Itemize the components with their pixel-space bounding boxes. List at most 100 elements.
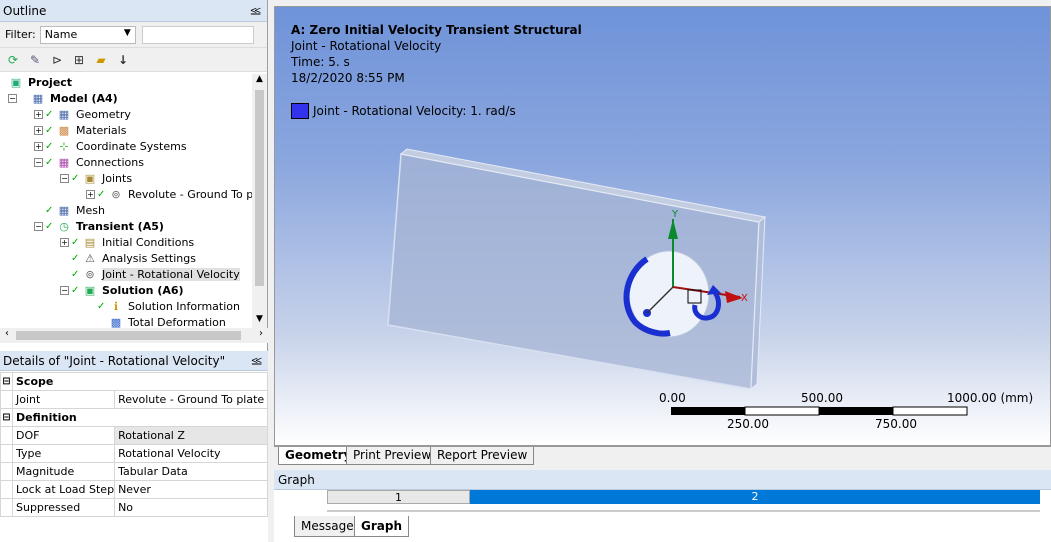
tree-item-project[interactable]: ▣ Project bbox=[0, 74, 252, 90]
tree-item-label: Total Deformation bbox=[128, 315, 226, 329]
tree-item-total-deformation[interactable]: ▩ Total Deformation bbox=[0, 314, 252, 329]
tree-item-label: Solution (A6) bbox=[102, 283, 184, 297]
filter-select[interactable]: Name ▼ bbox=[39, 25, 136, 44]
filter-input[interactable] bbox=[141, 25, 254, 44]
tree-item-solution[interactable]: − ✓ ▣ Solution (A6) bbox=[0, 282, 252, 298]
section-scope[interactable]: ⊟ Scope bbox=[0, 372, 268, 391]
collapse-icon[interactable]: − bbox=[60, 285, 69, 295]
refresh-icon[interactable]: ⟳ bbox=[4, 51, 22, 69]
expand-icon[interactable]: + bbox=[34, 109, 43, 119]
collapse-icon[interactable]: ⊟ bbox=[0, 408, 13, 427]
expand-icon[interactable]: + bbox=[86, 189, 95, 199]
folder-icon[interactable]: ▰ bbox=[92, 51, 110, 69]
tree-item-revolute[interactable]: + ✓ ⊚ Revolute - Ground To pl bbox=[0, 186, 252, 202]
tree-item-model[interactable]: − ▦ Model (A4) bbox=[0, 90, 252, 106]
section-definition[interactable]: ⊟ Definition bbox=[0, 408, 268, 427]
tree-item-label: Model (A4) bbox=[50, 91, 118, 105]
tree-item-label: Joint - Rotational Velocity bbox=[102, 267, 240, 281]
details-value[interactable]: Never bbox=[114, 480, 268, 499]
scale-label-500: 500.00 bbox=[801, 391, 843, 405]
load-step-2[interactable]: 2 bbox=[470, 490, 1040, 504]
pin-icon[interactable]: ⪣ bbox=[251, 354, 262, 368]
initial-conditions-icon: ▤ bbox=[84, 235, 96, 249]
details-value[interactable]: Rotational Velocity bbox=[114, 444, 268, 463]
expand-icon[interactable]: + bbox=[34, 125, 43, 135]
details-row[interactable]: Lock at Load Step Never bbox=[0, 480, 268, 499]
details-value[interactable]: Rotational Z bbox=[114, 426, 268, 445]
tree-item-connections[interactable]: − ✓ ▦ Connections bbox=[0, 154, 252, 170]
model-graphic: Y X bbox=[387, 148, 968, 416]
joints-icon: ▣ bbox=[84, 171, 96, 185]
expand-all-icon[interactable]: ⊞ bbox=[70, 51, 88, 69]
connections-icon: ▦ bbox=[58, 155, 70, 169]
details-key: Lock at Load Step bbox=[11, 480, 116, 499]
details-row[interactable]: Suppressed No bbox=[0, 498, 268, 517]
check-icon: ✓ bbox=[71, 236, 80, 248]
details-value[interactable]: Revolute - Ground To plate bbox=[114, 390, 268, 409]
tree-item-label: Revolute - Ground To pl bbox=[128, 187, 252, 201]
tree-item-geometry[interactable]: + ✓ ▦ Geometry bbox=[0, 106, 252, 122]
tree-item-transient[interactable]: − ✓ ◷ Transient (A5) bbox=[0, 218, 252, 234]
x-axis-label: X bbox=[741, 293, 748, 304]
tree-item-joints[interactable]: − ✓ ▣ Joints bbox=[0, 170, 252, 186]
scroll-thumb[interactable] bbox=[255, 90, 264, 286]
graphics-viewport[interactable]: A: Zero Initial Velocity Transient Struc… bbox=[274, 6, 1051, 446]
details-row[interactable]: DOF Rotational Z bbox=[0, 426, 268, 445]
collapse-icon[interactable]: − bbox=[60, 173, 69, 183]
outline-vertical-scrollbar[interactable]: ▲ ▼ bbox=[252, 74, 267, 328]
expand-icon[interactable]: + bbox=[60, 237, 69, 247]
details-table: ⊟ Scope Joint Revolute - Ground To plate… bbox=[0, 372, 268, 517]
collapse-icon[interactable]: − bbox=[34, 221, 43, 231]
details-value[interactable]: Tabular Data bbox=[114, 462, 268, 481]
collapse-icon[interactable]: − bbox=[8, 93, 17, 103]
tree-item-initial-conditions[interactable]: + ✓ ▤ Initial Conditions bbox=[0, 234, 252, 250]
collapse-icon[interactable]: ⊟ bbox=[0, 372, 13, 391]
outline-toolbar: ⟳ ✎ ⊳ ⊞ ▰ ↓ bbox=[0, 48, 267, 72]
tree-item-label: Analysis Settings bbox=[102, 251, 196, 265]
transient-icon: ◷ bbox=[59, 219, 69, 233]
details-row[interactable]: Type Rotational Velocity bbox=[0, 444, 268, 463]
filter-label: Filter: bbox=[5, 28, 36, 41]
tree-item-solution-information[interactable]: ✓ ℹ Solution Information bbox=[0, 298, 252, 314]
pin-icon[interactable]: ⪣ bbox=[250, 4, 261, 18]
outline-tree: ▣ Project − ▦ Model (A4) + ✓ ▦ Geometry … bbox=[0, 74, 252, 328]
solution-information-icon: ℹ bbox=[113, 299, 119, 313]
sort-az-icon[interactable]: ↓ bbox=[114, 51, 132, 69]
scroll-down-icon[interactable]: ▼ bbox=[252, 314, 267, 328]
scale-label-750: 750.00 bbox=[875, 417, 917, 431]
scale-seg-2 bbox=[744, 406, 820, 416]
details-row[interactable]: Joint Revolute - Ground To plate bbox=[0, 390, 268, 409]
tree-item-joint-rotational-velocity[interactable]: ✓ ⊚ Joint - Rotational Velocity bbox=[0, 266, 252, 282]
check-icon: ✓ bbox=[45, 204, 54, 216]
expand-icon[interactable]: + bbox=[34, 141, 43, 151]
scroll-thumb[interactable] bbox=[16, 331, 241, 340]
tree-item-materials[interactable]: + ✓ ▩ Materials bbox=[0, 122, 252, 138]
check-icon: ✓ bbox=[97, 188, 106, 200]
total-deformation-icon: ▩ bbox=[110, 315, 122, 329]
check-icon: ✓ bbox=[45, 140, 54, 152]
details-header: Details of "Joint - Rotational Velocity"… bbox=[0, 351, 268, 371]
tree-item-mesh[interactable]: ✓ ▦ Mesh bbox=[0, 202, 252, 218]
tree-item-label: Mesh bbox=[76, 203, 105, 217]
scroll-right-icon[interactable]: › bbox=[254, 328, 268, 343]
scale-seg-1 bbox=[671, 407, 745, 415]
edit-icon[interactable]: ✎ bbox=[26, 51, 44, 69]
tab-graph[interactable]: Graph bbox=[354, 516, 409, 537]
details-value[interactable]: No bbox=[114, 498, 268, 517]
analysis-settings-icon: ⚠ bbox=[85, 251, 95, 265]
details-row[interactable]: Magnitude Tabular Data bbox=[0, 462, 268, 481]
scroll-left-icon[interactable]: ‹ bbox=[0, 328, 14, 343]
suppress-icon[interactable]: ⊳ bbox=[48, 51, 66, 69]
collapse-icon[interactable]: − bbox=[34, 157, 43, 167]
filter-bar: Filter: Name ▼ bbox=[0, 22, 267, 48]
scroll-up-icon[interactable]: ▲ bbox=[252, 74, 267, 88]
tree-item-coordinate-systems[interactable]: + ✓ ⊹ Coordinate Systems bbox=[0, 138, 252, 154]
details-key: Joint bbox=[11, 390, 116, 409]
filter-select-value: Name bbox=[44, 28, 78, 41]
outline-horizontal-scrollbar[interactable]: ‹ › bbox=[0, 328, 268, 343]
tree-item-analysis-settings[interactable]: ✓ ⚠ Analysis Settings bbox=[0, 250, 252, 266]
tab-report-preview[interactable]: Report Preview bbox=[430, 447, 535, 465]
load-step-1[interactable]: 1 bbox=[327, 490, 470, 504]
tree-item-label: Coordinate Systems bbox=[76, 139, 187, 153]
tab-print-preview[interactable]: Print Preview bbox=[346, 447, 439, 465]
